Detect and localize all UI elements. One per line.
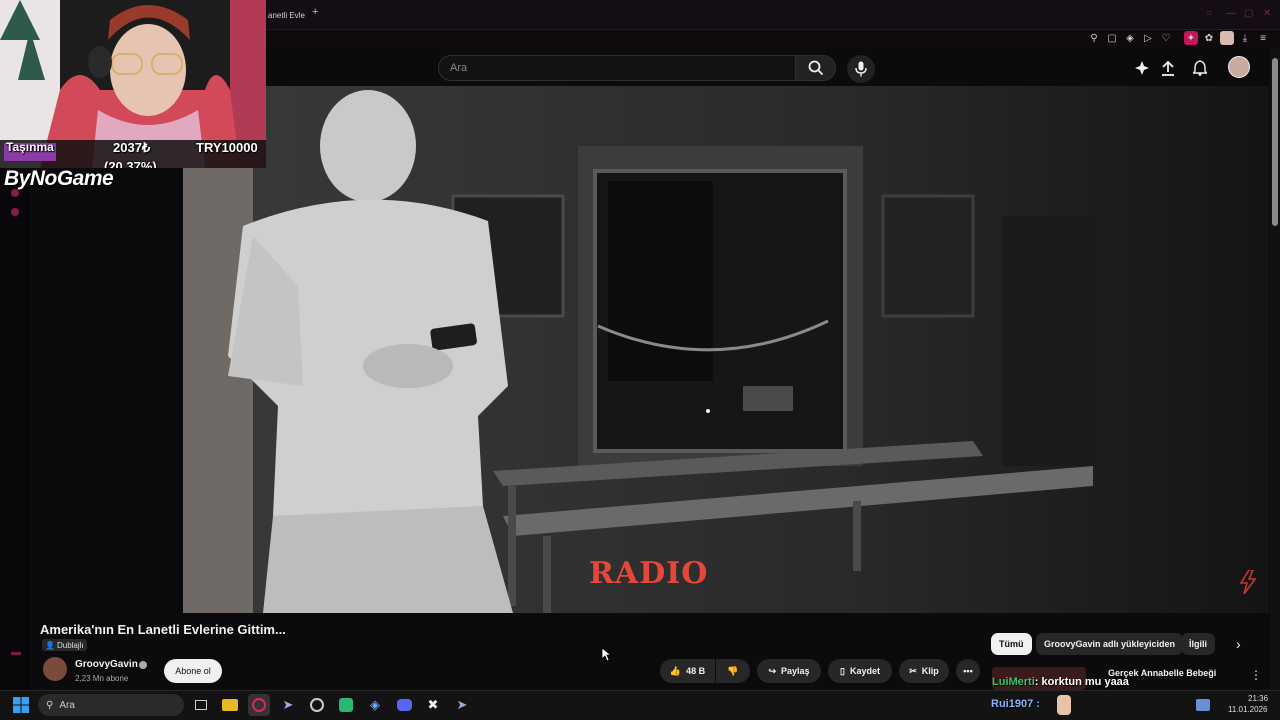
pin-icon[interactable]: ⚲ [1087,31,1101,45]
app-icon[interactable]: ◈ [364,694,386,716]
task-view-icon[interactable] [190,694,212,716]
taskbar-search[interactable]: ⚲ Ara [38,694,184,716]
scrollbar-thumb[interactable] [1272,58,1278,226]
discord-icon[interactable] [393,694,415,716]
webcam-overlay: Taşınma 2037₺ (20.37%) TRY10000 [0,0,266,168]
whatsapp-icon[interactable] [335,694,357,716]
related-menu-icon[interactable]: ⋮ [1250,668,1262,682]
maximize-icon[interactable]: ▢ [1244,8,1253,19]
emote-icon [1057,695,1071,715]
thumbs-up-icon: 👍 [669,665,682,676]
chat-user: LuiMerti [992,676,1035,688]
dislike-button[interactable]: 👎 [716,659,750,683]
subscribe-button[interactable]: Abone ol [164,659,222,683]
browser-tab-title: anetli Evle [268,10,305,20]
chip-related[interactable]: İlgili [1181,633,1215,655]
video-title: Amerika'nın En Lanetli Evlerine Gittim..… [40,622,286,637]
share-label: Paylaş [781,666,810,676]
chip-all[interactable]: Tümü [991,633,1032,655]
menu-icon[interactable]: ≡ [1256,31,1270,45]
close-icon[interactable]: ✕ [1263,8,1271,19]
streamer-name: ByNoGame [4,167,114,190]
obs-icon[interactable] [306,694,328,716]
chat-message-2: Rui1907 : [991,698,1040,710]
shield-icon[interactable]: ◈ [1123,31,1137,45]
account-avatar[interactable] [1228,56,1250,78]
windows-start-icon[interactable] [10,694,32,716]
subscriber-count: 2,23 Mn abone [75,674,129,683]
capcut-icon[interactable]: ✖ [422,694,444,716]
search-button[interactable] [796,55,836,81]
donation-goal: TRY10000 [196,140,258,155]
chat-message: LuiMerti: korktun mu yaaa [992,676,1129,688]
save-label: Kaydet [849,666,880,676]
puzzle-icon[interactable]: ✿ [1202,31,1216,45]
bookmark-icon: ▯ [840,665,845,676]
new-tab-button[interactable]: + [312,6,318,18]
streamer-logo: ByNoGame [4,167,114,191]
notification-center-icon[interactable] [1192,694,1214,716]
share-button[interactable]: ↪ Paylaş [757,659,821,683]
dubbed-badge: 👤 Dublajlı [42,639,87,651]
share-icon: ↪ [768,665,776,676]
donation-label: Taşınma [6,140,54,154]
video-frame [183,86,1269,613]
more-icon: ••• [963,666,973,676]
more-actions-button[interactable]: ••• [956,659,980,683]
taskbar-search-placeholder: Ara [59,699,75,711]
upload-icon[interactable] [1158,58,1178,78]
notifications-bell-icon[interactable] [1190,58,1210,78]
heart-icon[interactable]: ♡ [1159,31,1173,45]
microphone-icon [855,61,867,77]
chip-uploader[interactable]: GroovyGavin adlı yükleyiciden [1036,633,1184,655]
voice-search-button[interactable] [847,55,875,83]
chat-text: : korktun mu yaaa [1034,676,1129,688]
verified-icon [139,661,147,669]
clock-date: 11.01.2026 [1228,705,1268,714]
sidebar-line-icon [11,652,21,655]
radio-caption: RADIO [589,556,709,591]
steam-icon[interactable]: ➤ [277,694,299,716]
taskbar-search-icon: ⚲ [46,699,54,711]
profile-icon[interactable] [1220,31,1234,45]
like-count: 48 B [686,666,706,676]
screen: anetli Evle + ○ — ▢ ✕ ⚲ ▢ ◈ ▷ ♡ ✦ ✿ ⤓ ≡ … [0,0,1280,720]
channel-name[interactable]: GroovyGavin [75,659,138,670]
mouse-cursor-icon [602,648,612,662]
file-explorer-icon[interactable] [219,694,241,716]
donation-amount: 2037₺ [113,140,151,155]
search-input[interactable]: Ara [438,55,796,81]
clock-time: 21:36 [1248,694,1269,703]
scissors-icon: ✂ [909,665,917,676]
opera-gx-icon[interactable] [248,694,270,716]
dub-label: Dublajlı [56,640,84,650]
search-icon [808,60,823,76]
steam-alt-icon[interactable]: ➤ [451,694,473,716]
chips-next-icon[interactable]: › [1236,636,1241,652]
lightning-logo-icon [1239,570,1257,594]
create-icon[interactable] [1132,58,1152,78]
download-icon[interactable]: ⤓ [1238,31,1252,45]
search-placeholder: Ara [450,62,468,74]
clip-label: Klip [921,666,939,676]
video-player[interactable]: RADIO [183,86,1269,613]
clip-button[interactable]: ✂ Klip [899,659,949,683]
dub-icon: 👤 [45,640,55,650]
like-button[interactable]: 👍 48 B [660,659,715,683]
play-icon[interactable]: ▷ [1141,31,1155,45]
save-button[interactable]: ▯ Kaydet [828,659,892,683]
channel-avatar[interactable] [43,657,67,681]
sidebar-dot-icon[interactable] [11,208,19,216]
browser-search-icon[interactable]: ○ [1206,8,1212,19]
screenshot-icon[interactable]: ▢ [1105,31,1119,45]
extension-icon[interactable]: ✦ [1184,31,1198,45]
minimize-icon[interactable]: — [1226,8,1236,19]
thumbs-down-icon: 👎 [727,665,739,676]
browser-tab[interactable]: anetli Evle [262,6,311,24]
